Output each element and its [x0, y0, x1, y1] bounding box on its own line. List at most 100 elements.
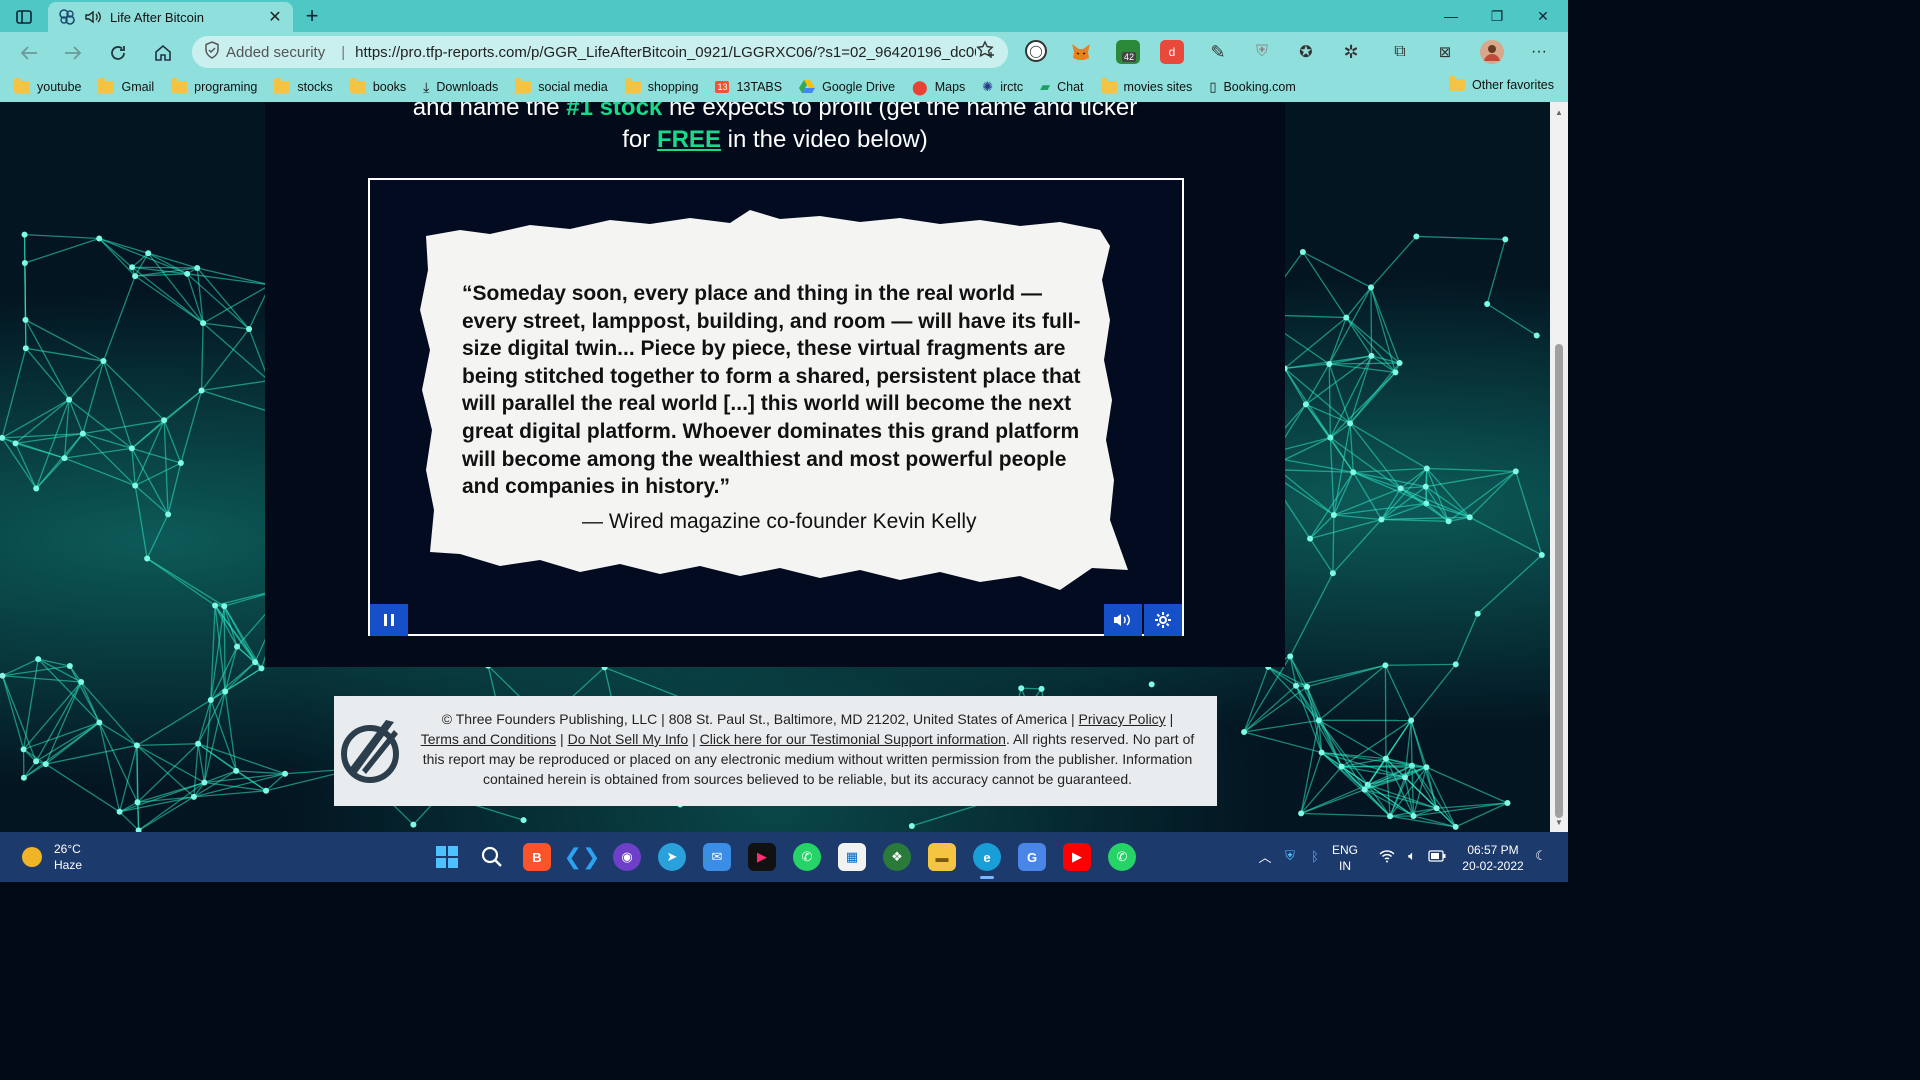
bookmark-shopping[interactable]: shopping — [624, 78, 698, 94]
green-extension-icon[interactable]: 42 — [1116, 40, 1140, 64]
temperature: 26°C — [54, 842, 81, 856]
taskbar: 26°C Haze B ❮❯ ◉ ➤ ✉ ▶ ✆ ▦ ❖ ▬ e G ▶ ✆ ︿… — [0, 832, 1568, 882]
chat-icon: ▰ — [1040, 79, 1051, 94]
scroll-up-icon[interactable]: ▲ — [1554, 108, 1564, 118]
store-icon[interactable]: ▦ — [838, 843, 866, 871]
notification-moon-icon[interactable]: ☾ — [1532, 847, 1550, 865]
shield-extension-icon[interactable]: ⛨ — [1250, 40, 1274, 64]
extensions-puzzle-icon[interactable]: ✲ — [1339, 40, 1363, 64]
vpn-extension-icon[interactable]: ✪ — [1294, 40, 1318, 64]
translate-icon[interactable]: G — [1018, 843, 1046, 871]
back-button[interactable] — [16, 40, 42, 66]
bookmark-movies-sites[interactable]: movies sites — [1100, 78, 1192, 94]
pause-button[interactable] — [370, 604, 408, 636]
mail-icon[interactable]: ✉ — [703, 843, 731, 871]
bookmark-social-media[interactable]: social media — [515, 78, 608, 94]
defender-shield-icon[interactable]: ⛨ — [1281, 847, 1299, 865]
bookmark-books[interactable]: books — [349, 78, 406, 94]
video-player[interactable]: “Someday soon, every place and thing in … — [368, 178, 1184, 636]
address-separator: | — [341, 43, 346, 61]
restore-button[interactable]: ❐ — [1474, 4, 1520, 28]
network-node — [1378, 516, 1385, 523]
volume-tray-icon[interactable]: 🔈︎ — [1403, 847, 1421, 865]
more-options-icon[interactable]: ··· — [1527, 40, 1551, 64]
bookmark-downloads[interactable]: ⤓ Downloads — [423, 79, 498, 96]
network-line — [1364, 789, 1391, 817]
do-not-sell-link[interactable]: Do Not Sell My Info — [568, 731, 689, 747]
pause-icon — [384, 614, 394, 626]
profile-avatar[interactable] — [1480, 40, 1504, 64]
language-indicator[interactable]: ENG IN — [1332, 842, 1358, 874]
weather-widget[interactable]: 26°C Haze — [22, 841, 82, 873]
bookmark-youtube[interactable]: youtube — [14, 78, 81, 94]
bookmark-chat[interactable]: ▰ Chat — [1040, 79, 1083, 95]
tab-close-icon[interactable]: ✕ — [267, 9, 283, 26]
wifi-icon[interactable] — [1378, 847, 1396, 865]
tab-actions-icon[interactable] — [10, 6, 38, 28]
bookmark-irctc[interactable]: ✺ irctc — [982, 79, 1023, 95]
testimonial-support-link[interactable]: Click here for our Testimonial Support i… — [700, 731, 1006, 747]
terms-link[interactable]: Terms and Conditions — [421, 731, 556, 747]
scroll-down-icon[interactable]: ▼ — [1554, 818, 1564, 828]
close-window-button[interactable]: ✕ — [1520, 4, 1566, 28]
scroll-thumb[interactable] — [1555, 344, 1563, 818]
refresh-button[interactable] — [105, 40, 131, 66]
chevron-up-icon[interactable]: ︿ — [1256, 847, 1274, 865]
github-icon[interactable]: ◉ — [613, 843, 641, 871]
metamask-fox-icon[interactable] — [1069, 40, 1093, 64]
gear-icon — [1155, 612, 1171, 628]
bookmark-13tabs[interactable]: 13 13TABS — [715, 80, 782, 94]
brave-browser-icon[interactable]: B — [523, 843, 551, 871]
shield-icon[interactable] — [204, 41, 220, 63]
footer: © Three Founders Publishing, LLC | 808 S… — [334, 696, 1217, 806]
whatsapp-web-icon[interactable]: ✆ — [1108, 843, 1136, 871]
windows-start-icon[interactable] — [433, 843, 461, 871]
url-text[interactable]: https://pro.tfp-reports.com/p/GGR_LifeAf… — [355, 44, 976, 61]
network-node — [1018, 685, 1025, 692]
bookmark-booking-com[interactable]: ▯ Booking.com — [1209, 79, 1295, 95]
bluetooth-icon[interactable]: ᛒ — [1306, 847, 1324, 865]
red-extension-icon[interactable]: d — [1160, 40, 1184, 64]
new-tab-button[interactable]: + — [300, 3, 324, 28]
minimize-button[interactable]: — — [1428, 4, 1474, 28]
file-explorer-icon[interactable]: ▬ — [928, 843, 956, 871]
bookmark-programing[interactable]: programing — [171, 78, 257, 94]
network-line — [1, 675, 25, 750]
scrollbar[interactable]: ▲ ▼ — [1550, 102, 1568, 832]
tab-bar: Life After Bitcoin ✕ + — ❐ ✕ — [0, 0, 1568, 32]
home-button[interactable] — [150, 40, 176, 66]
free-link[interactable]: FREE — [657, 126, 721, 153]
speaker-icon[interactable] — [84, 8, 102, 26]
vscode-icon[interactable]: ❮❯ — [564, 843, 601, 871]
bookmark-google-drive[interactable]: Google Drive — [799, 79, 895, 96]
search-icon[interactable] — [478, 843, 506, 871]
telegram-icon[interactable]: ➤ — [658, 843, 686, 871]
screenshot-icon[interactable]: ⊠ — [1433, 40, 1457, 64]
network-node — [1148, 681, 1155, 688]
volume-button[interactable] — [1104, 604, 1142, 636]
network-line — [1426, 766, 1508, 804]
network-node — [195, 740, 202, 747]
bookmark-other-favorites[interactable]: Other favorites — [1449, 76, 1554, 92]
collections-icon[interactable]: ⧉ — [1388, 40, 1412, 64]
network-line — [1416, 235, 1506, 241]
add-favorite-icon[interactable] — [976, 40, 996, 64]
address-bar[interactable]: Added security | https://pro.tfp-reports… — [192, 36, 1008, 68]
youtube-icon[interactable]: ▶ — [1063, 843, 1091, 871]
privacy-policy-link[interactable]: Privacy Policy — [1079, 711, 1166, 727]
bookmark-stocks[interactable]: stocks — [274, 78, 333, 94]
media-app-icon[interactable]: ▶ — [748, 843, 776, 871]
battery-icon[interactable] — [1428, 847, 1446, 865]
eyedropper-icon[interactable]: ✎ — [1206, 40, 1230, 64]
tab-active[interactable]: Life After Bitcoin ✕ — [48, 2, 293, 32]
edge-browser-icon[interactable]: e — [973, 843, 1001, 871]
bookmark-maps[interactable]: ⬤ Maps — [912, 79, 965, 96]
settings-button[interactable] — [1144, 604, 1182, 636]
clock[interactable]: 06:57 PM 20-02-2022 — [1458, 842, 1528, 874]
network-node — [1474, 610, 1481, 617]
forward-button[interactable] — [60, 40, 86, 66]
whatsapp-icon[interactable]: ✆ — [793, 843, 821, 871]
green-app-icon[interactable]: ❖ — [883, 843, 911, 871]
bookmark-gmail[interactable]: Gmail — [98, 78, 154, 94]
extension-circle-icon[interactable]: ◯ — [1025, 40, 1047, 62]
